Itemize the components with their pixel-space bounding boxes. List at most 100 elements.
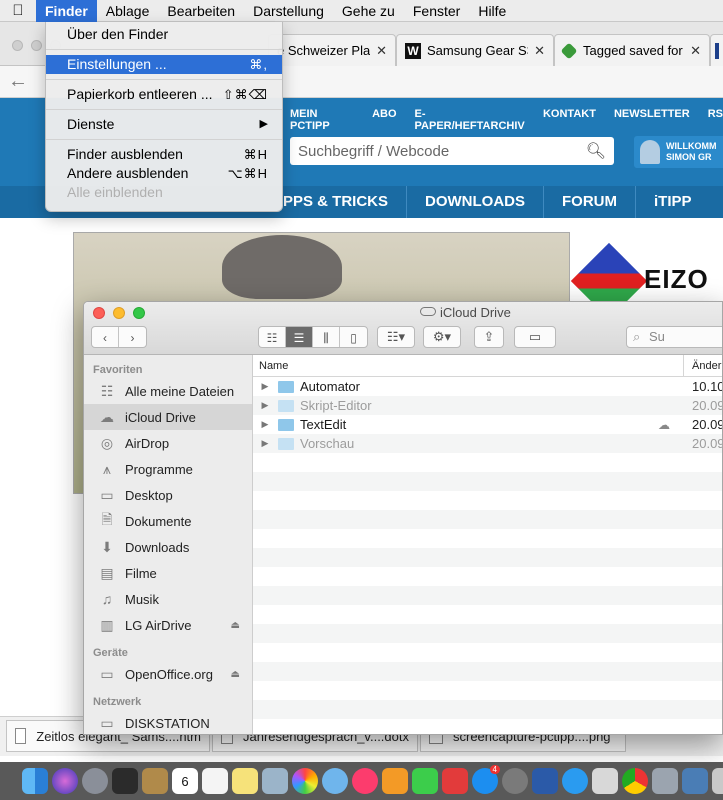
file-row-automator[interactable]: ▶ Automator 10.10. bbox=[253, 377, 722, 396]
activity-dock-icon[interactable] bbox=[112, 768, 138, 794]
minimize-button[interactable] bbox=[113, 307, 125, 319]
menu-hilfe[interactable]: Hilfe bbox=[469, 0, 515, 22]
photos-dock-icon[interactable] bbox=[292, 768, 318, 794]
menu-gehe-zu[interactable]: Gehe zu bbox=[333, 0, 404, 22]
action-gear-button[interactable]: ⚙▾ bbox=[423, 326, 461, 348]
menu-item-preferences[interactable]: Einstellungen ... ⌘, bbox=[46, 55, 282, 74]
dock-app-icon[interactable] bbox=[262, 768, 288, 794]
browser-tab-3[interactable]: Tagged saved for ✕ bbox=[554, 34, 710, 66]
facetime-dock-icon[interactable] bbox=[412, 768, 438, 794]
disclosure-triangle-icon[interactable]: ▶ bbox=[256, 381, 274, 392]
browser-tab-1[interactable]: e Schweizer Pla ✕ bbox=[268, 34, 396, 66]
forward-button[interactable]: › bbox=[119, 327, 146, 347]
tab-close-icon[interactable]: ✕ bbox=[690, 43, 701, 59]
menu-item-hide-finder[interactable]: Finder ausblenden ⌘H bbox=[46, 145, 282, 164]
browser-minimize-button[interactable] bbox=[31, 40, 42, 51]
preview-dock-icon[interactable] bbox=[652, 768, 678, 794]
apple-menu-icon[interactable]:  bbox=[0, 2, 36, 19]
calendar-dock-icon[interactable]: 6 bbox=[172, 768, 198, 794]
link-abo[interactable]: ABO bbox=[372, 108, 396, 132]
finder-dock-icon[interactable] bbox=[22, 768, 48, 794]
finder-search-field[interactable]: ⌕ Su bbox=[626, 326, 722, 348]
menu-darstellung[interactable]: Darstellung bbox=[244, 0, 333, 22]
menu-fenster[interactable]: Fenster bbox=[404, 0, 469, 22]
sidebar-item-all-files[interactable]: ☷ Alle meine Dateien bbox=[84, 378, 252, 404]
itunes-dock-icon[interactable] bbox=[352, 768, 378, 794]
nav-forum[interactable]: FORUM bbox=[543, 186, 635, 218]
messages-dock-icon[interactable] bbox=[322, 768, 348, 794]
reminders-dock-icon[interactable] bbox=[202, 768, 228, 794]
menu-item-about-finder[interactable]: Über den Finder bbox=[46, 25, 282, 44]
ibooks-dock-icon[interactable] bbox=[382, 768, 408, 794]
tags-button[interactable]: ▭ bbox=[514, 326, 556, 348]
link-epaper[interactable]: E-PAPER/HEFTARCHIV bbox=[415, 108, 525, 132]
screenshot-dock-icon[interactable] bbox=[712, 768, 723, 794]
system-preferences-dock-icon[interactable] bbox=[502, 768, 528, 794]
file-row-textedit[interactable]: ▶ TextEdit ☁︎ 20.09 bbox=[253, 415, 722, 434]
column-view-button[interactable]: ⫼ bbox=[313, 327, 340, 347]
list-view-button[interactable]: ☰ bbox=[286, 327, 313, 347]
chrome-dock-icon[interactable] bbox=[622, 768, 648, 794]
dock-app-icon[interactable] bbox=[682, 768, 708, 794]
launchpad-dock-icon[interactable] bbox=[82, 768, 108, 794]
search-icon[interactable]: 🔍︎ bbox=[586, 141, 606, 161]
notes-dock-icon[interactable] bbox=[232, 768, 258, 794]
menu-finder[interactable]: Finder bbox=[36, 0, 97, 22]
file-row-vorschau[interactable]: ▶ Vorschau 20.09 bbox=[253, 434, 722, 453]
link-kontakt[interactable]: KONTAKT bbox=[543, 108, 596, 132]
browser-tab-4[interactable] bbox=[710, 34, 723, 66]
share-button[interactable]: ⇪ bbox=[474, 326, 504, 348]
sidebar-item-musik[interactable]: ♫ Musik bbox=[84, 586, 252, 612]
column-header-date[interactable]: Änder bbox=[683, 354, 721, 377]
safari-dock-icon[interactable] bbox=[562, 768, 588, 794]
disclosure-triangle-icon[interactable]: ▶ bbox=[256, 438, 274, 449]
nav-itipp[interactable]: iTIPP bbox=[635, 186, 710, 218]
close-button[interactable] bbox=[93, 307, 105, 319]
sidebar-item-downloads[interactable]: ⬇︎ Downloads bbox=[84, 534, 252, 560]
file-row-skript-editor[interactable]: ▶ Skript-Editor 20.09 bbox=[253, 396, 722, 415]
appstore-dock-icon[interactable]: 4 bbox=[472, 765, 500, 794]
back-arrow-icon[interactable]: ← bbox=[8, 70, 28, 93]
back-button[interactable]: ‹ bbox=[92, 327, 119, 347]
menu-bearbeiten[interactable]: Bearbeiten bbox=[158, 0, 244, 22]
photobooth-dock-icon[interactable] bbox=[442, 768, 468, 794]
zoom-button[interactable] bbox=[133, 307, 145, 319]
user-welcome-box[interactable]: WILLKOMM SIMON GR bbox=[634, 136, 723, 168]
eject-icon[interactable]: ⏏ bbox=[231, 669, 240, 680]
siri-dock-icon[interactable] bbox=[52, 768, 78, 794]
dock-app-icon[interactable] bbox=[532, 768, 558, 794]
arrange-menu-button[interactable]: ☷▾ bbox=[377, 326, 415, 348]
sidebar-item-lg-airdrive[interactable]: ▥ LG AirDrive ⏏ bbox=[84, 612, 252, 638]
tab-close-icon[interactable]: ✕ bbox=[376, 43, 387, 59]
tab-close-icon[interactable]: ✕ bbox=[534, 43, 545, 59]
link-newsletter[interactable]: NEWSLETTER bbox=[614, 108, 690, 132]
sidebar-item-dokumente[interactable]: 🗎︎ Dokumente bbox=[84, 508, 252, 534]
sidebar-item-airdrop[interactable]: ◎ AirDrop bbox=[84, 430, 252, 456]
eizo-advertisement[interactable]: EIZO bbox=[570, 232, 723, 320]
disclosure-triangle-icon[interactable]: ▶ bbox=[256, 400, 274, 411]
sidebar-item-desktop[interactable]: ▭ Desktop bbox=[84, 482, 252, 508]
contacts-dock-icon[interactable] bbox=[142, 768, 168, 794]
menu-item-services[interactable]: Dienste ▶ bbox=[46, 115, 282, 134]
browser-tab-2[interactable]: W Samsung Gear S3 ✕ bbox=[396, 34, 554, 66]
browser-close-button[interactable] bbox=[12, 40, 23, 51]
eject-icon[interactable]: ⏏ bbox=[231, 620, 240, 631]
sidebar-item-filme[interactable]: ▤ Filme bbox=[84, 560, 252, 586]
site-search-input[interactable]: Suchbegriff / Webcode 🔍︎ bbox=[290, 137, 614, 165]
icon-view-button[interactable]: ☷ bbox=[259, 327, 286, 347]
disclosure-triangle-icon[interactable]: ▶ bbox=[256, 419, 274, 430]
sidebar-item-diskstation[interactable]: ▭ DISKSTATION bbox=[84, 710, 252, 734]
sidebar-item-programme[interactable]: ⩚ Programme bbox=[84, 456, 252, 482]
coverflow-view-button[interactable]: ▯ bbox=[340, 327, 367, 347]
link-mein-pctipp[interactable]: MEIN PCTIPP bbox=[290, 108, 354, 132]
dock-app-icon[interactable] bbox=[592, 768, 618, 794]
sidebar-item-openoffice[interactable]: ▭ OpenOffice.org ⏏ bbox=[84, 661, 252, 687]
menu-ablage[interactable]: Ablage bbox=[97, 0, 159, 22]
menu-item-empty-trash[interactable]: Papierkorb entleeren ... ⇧⌘⌫ bbox=[46, 85, 282, 104]
nav-downloads[interactable]: DOWNLOADS bbox=[406, 186, 543, 218]
link-rss[interactable]: RS bbox=[708, 108, 723, 132]
sidebar-item-icloud-drive[interactable]: ☁︎ iCloud Drive bbox=[84, 404, 252, 430]
cloud-download-icon[interactable]: ☁︎ bbox=[658, 418, 670, 432]
column-header-name[interactable]: Name bbox=[253, 360, 288, 372]
menu-item-hide-others[interactable]: Andere ausblenden ⌥⌘H bbox=[46, 164, 282, 183]
